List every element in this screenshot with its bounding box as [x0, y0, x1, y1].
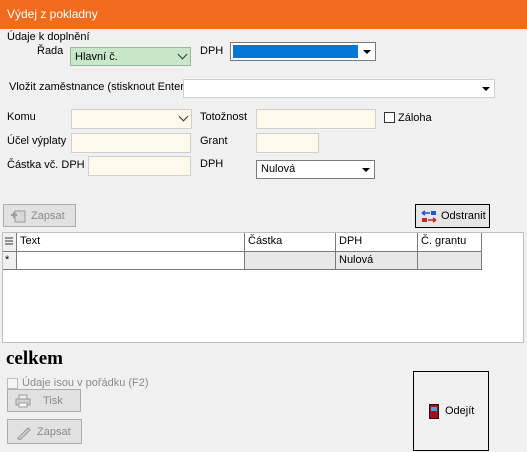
rada-value: Hlavní č. [75, 51, 118, 63]
column-header-text[interactable]: Text [17, 233, 245, 252]
add-record-icon [11, 210, 26, 223]
dph-bottom-select[interactable]: Nulová [256, 160, 375, 179]
tisk-button[interactable]: Tisk [7, 389, 81, 412]
castka-field[interactable] [88, 156, 191, 176]
odstranit-label: Odstranit [441, 210, 486, 222]
zaloha-label: Záloha [398, 112, 432, 124]
row-selector-header[interactable] [3, 233, 17, 252]
chevron-down-icon [177, 49, 188, 60]
zapsat-toolbar-button[interactable]: Zapsat [3, 204, 76, 227]
castka-label: Částka vč. DPH [7, 159, 85, 171]
column-header-castka[interactable]: Částka [245, 233, 336, 252]
dph-bottom-value: Nulová [261, 163, 296, 175]
odejit-button[interactable]: Odejít [413, 371, 489, 451]
menu-lines-icon [5, 237, 13, 245]
column-header-dph[interactable]: DPH [336, 233, 418, 252]
exit-door-icon [429, 404, 439, 419]
komu-label: Komu [7, 111, 36, 123]
window-title: Výdej z pokladny [0, 0, 527, 29]
dropdown-arrow-icon [362, 168, 370, 172]
printer-icon [15, 394, 31, 408]
dropdown-arrow-icon [363, 50, 371, 54]
dropdown-arrow-icon [482, 87, 490, 91]
new-row-grant-cell[interactable] [418, 252, 482, 270]
tisk-label: Tisk [43, 395, 63, 407]
items-grid[interactable]: Text Částka DPH Č. grantu * Nulová [2, 232, 524, 343]
grant-field[interactable] [256, 133, 319, 153]
odejit-label: Odejít [445, 405, 475, 417]
zapsat-footer-button[interactable]: Zapsat [7, 419, 82, 444]
selection-highlight [233, 45, 358, 58]
confirm-checkbox[interactable] [7, 378, 18, 389]
odstranit-button[interactable]: Odstranit [415, 204, 490, 228]
rada-select[interactable]: Hlavní č. [70, 47, 191, 66]
pencil-icon [17, 427, 31, 440]
ucel-field[interactable] [71, 133, 191, 153]
new-row-marker[interactable]: * [3, 252, 17, 270]
zaloha-checkbox[interactable] [384, 112, 395, 123]
new-row-dph-cell[interactable]: Nulová [336, 252, 418, 270]
delete-row-icon [421, 210, 437, 223]
zapsat-footer-label: Zapsat [37, 426, 71, 438]
employee-combo[interactable] [183, 79, 495, 98]
totoznost-field[interactable] [256, 109, 376, 129]
dph-top-select[interactable] [230, 42, 376, 61]
confirm-label: Údaje isou v pořádku (F2) [22, 377, 149, 389]
celkem-label: celkem [6, 348, 63, 369]
dph-top-label: DPH [200, 45, 224, 57]
zapsat-toolbar-label: Zapsat [31, 210, 65, 222]
new-row-text-cell[interactable] [17, 252, 245, 270]
new-row-castka-cell[interactable] [245, 252, 336, 270]
section-label: Údaje k doplnění [7, 31, 90, 43]
chevron-down-icon [178, 111, 189, 122]
column-header-grant[interactable]: Č. grantu [418, 233, 482, 252]
totoznost-label: Totožnost [200, 111, 248, 123]
employee-label: Vložit zaměstnance (stisknout Enter) [9, 81, 188, 93]
rada-label: Řada [37, 45, 64, 57]
grant-label: Grant [200, 135, 228, 147]
ucel-label: Účel výplaty [7, 135, 67, 147]
dph-bottom-label: DPH [200, 158, 224, 170]
komu-select[interactable] [71, 109, 192, 129]
